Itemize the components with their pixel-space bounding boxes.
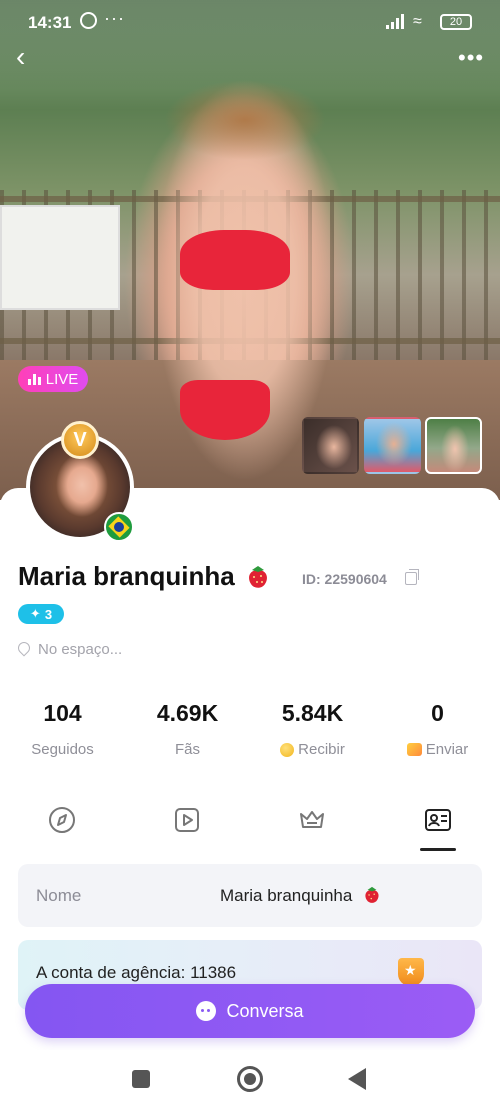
- system-nav-bar: [0, 1050, 500, 1111]
- profile-id: ID: 22590604: [302, 571, 387, 587]
- tab-videos[interactable]: [167, 805, 207, 851]
- stat-received[interactable]: 5.84K Recibir: [250, 700, 375, 758]
- tab-vip[interactable]: [292, 805, 332, 851]
- more-options-button[interactable]: •••: [458, 45, 484, 71]
- stats-row: 104 Seguidos 4.69K Fãs 5.84K Recibir 0 E…: [0, 700, 500, 770]
- stat-label: Recibir: [298, 741, 345, 758]
- wifi-icon: ≈: [413, 13, 422, 30]
- status-bar: 14:31 ··· ≈ 20: [0, 0, 500, 46]
- profile-card-icon: [425, 809, 451, 831]
- signal-icon: [386, 14, 406, 29]
- back-button[interactable]: ‹: [16, 41, 44, 72]
- more-horizontal-icon: •••: [458, 45, 485, 70]
- level-value: 3: [44, 606, 53, 622]
- tab-profile-info[interactable]: [418, 805, 458, 851]
- live-badge[interactable]: LIVE: [18, 366, 88, 392]
- photo-detail: [180, 230, 290, 290]
- stat-value: 104: [43, 700, 82, 726]
- info-card-name: Nome Maria branquinha: [18, 864, 482, 927]
- stat-label: Fãs: [174, 741, 200, 758]
- location-pin-icon: [18, 642, 30, 657]
- level-badge: ✦ 3: [18, 604, 64, 624]
- live-label: LIVE: [45, 370, 79, 388]
- chevron-left-icon: ‹: [16, 41, 26, 72]
- stat-following[interactable]: 104 Seguidos: [0, 700, 125, 758]
- stat-value: 5.84K: [281, 700, 344, 726]
- home-icon[interactable]: [237, 1066, 263, 1092]
- profile-name: Maria branquinha: [18, 561, 235, 591]
- tab-explore[interactable]: [42, 805, 82, 851]
- photo-thumbnail[interactable]: [302, 417, 359, 474]
- location-text: No espaço...: [38, 641, 123, 658]
- more-notifications-icon: ···: [104, 8, 125, 28]
- crown-icon: [300, 811, 324, 828]
- photo-thumbnail[interactable]: [364, 417, 421, 474]
- agency-text: A conta de agência: 11386: [36, 963, 237, 982]
- info-key: Nome: [36, 886, 82, 905]
- sprout-icon: ✦: [29, 606, 41, 621]
- strawberry-icon: [249, 566, 267, 588]
- recent-apps-icon[interactable]: [132, 1070, 150, 1088]
- copy-icon[interactable]: [405, 569, 419, 585]
- brazil-flag-icon: [104, 512, 134, 542]
- video-play-icon: [175, 808, 199, 832]
- profile-tabs: [0, 805, 500, 853]
- whatsapp-icon: [80, 12, 97, 29]
- stat-fans[interactable]: 4.69K Fãs: [125, 700, 250, 758]
- battery-icon: 20: [440, 14, 472, 30]
- stat-label: Enviar: [425, 741, 469, 758]
- compass-icon: [49, 807, 75, 833]
- info-value: Maria branquinha: [220, 886, 353, 905]
- location: No espaço...: [18, 641, 122, 658]
- stat-label: Seguidos: [31, 741, 94, 758]
- agency-shield-icon: [398, 958, 424, 986]
- chat-bubble-icon: [196, 1001, 217, 1021]
- vip-badge: V: [61, 421, 99, 459]
- gift-icon: [406, 743, 422, 756]
- background-sign: [0, 205, 120, 310]
- photo-detail: [180, 380, 270, 440]
- photo-thumbnail-selected[interactable]: [425, 417, 482, 474]
- back-triangle-icon[interactable]: [348, 1068, 366, 1090]
- stat-sent[interactable]: 0 Enviar: [375, 700, 500, 758]
- active-tab-indicator: [420, 848, 456, 851]
- strawberry-icon: [365, 886, 379, 903]
- chat-button[interactable]: Conversa: [25, 984, 475, 1038]
- live-bars-icon: [27, 373, 41, 385]
- stat-value: 4.69K: [156, 700, 219, 726]
- stat-value: 0: [431, 700, 444, 726]
- chat-label: Conversa: [226, 1000, 304, 1021]
- status-time: 14:31: [28, 13, 72, 32]
- coin-icon: [280, 742, 295, 757]
